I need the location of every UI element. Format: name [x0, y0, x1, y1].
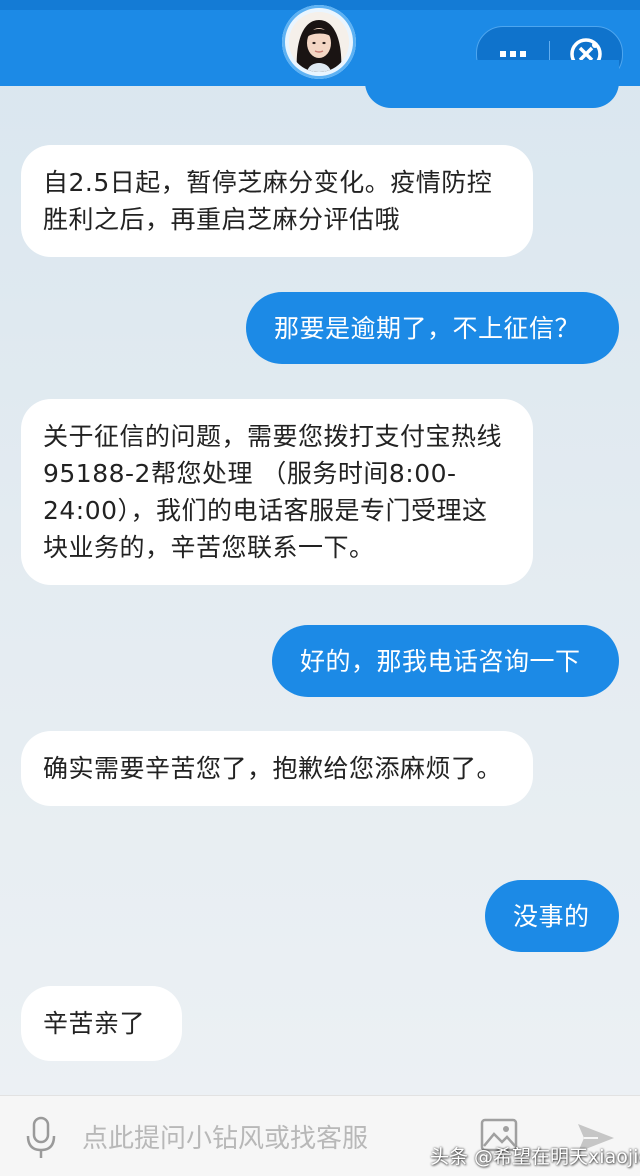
- user-message: 那要是逾期了，不上征信？: [246, 292, 619, 364]
- bot-message: 确实需要辛苦您了，抱歉给您添麻烦了。: [21, 731, 533, 806]
- mic-icon: [26, 1116, 56, 1158]
- watermark: 头条 @希望在明天xiaojie: [430, 1146, 640, 1168]
- bot-message: 辛苦亲了: [21, 986, 182, 1061]
- mic-button[interactable]: [24, 1116, 58, 1160]
- bot-message: 关于征信的问题，需要您拨打支付宝热线95188-2帮您处理 （服务时间8:00-…: [21, 399, 533, 585]
- user-message: 没事的: [485, 880, 619, 952]
- question-input[interactable]: 点此提问小钻风或找客服: [82, 1118, 368, 1155]
- avatar: [289, 12, 349, 72]
- assistant-avatar-frame[interactable]: [282, 5, 356, 79]
- bot-message: 自2.5日起，暂停芝麻分变化。疫情防控胜利之后，再重启芝麻分评估哦: [21, 145, 533, 257]
- user-message: 好的，那我电话咨询一下: [272, 625, 619, 697]
- previous-message-bubble: [365, 60, 619, 108]
